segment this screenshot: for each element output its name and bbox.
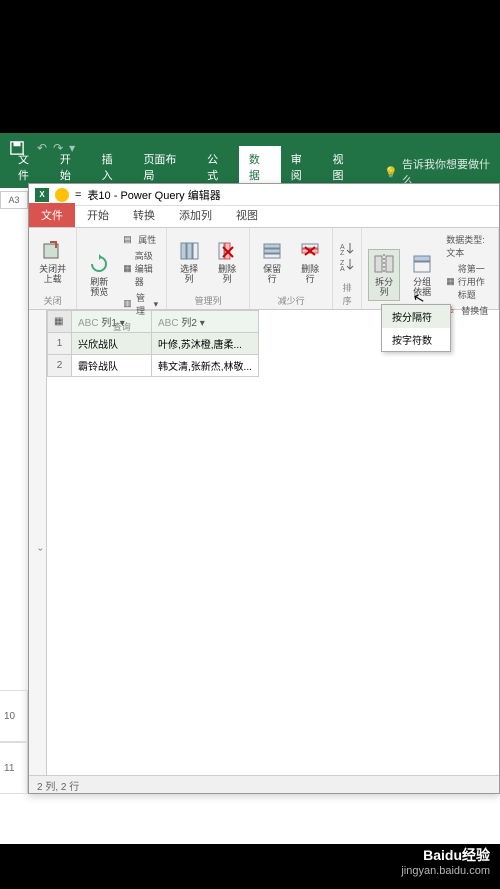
pq-ribbon-tabs: 文件 开始 转换 添加列 视图 bbox=[29, 206, 499, 228]
tab-insert[interactable]: 插入 bbox=[92, 146, 134, 188]
manage-icon: ▥ bbox=[123, 298, 133, 310]
manage-cols-group-label: 管理列 bbox=[173, 294, 243, 307]
manage-button[interactable]: ▥ 管理▾ bbox=[121, 290, 160, 318]
close-load-button[interactable]: 关闭并 上载 bbox=[35, 237, 70, 287]
cell[interactable]: 韩文清,张新杰,林敬... bbox=[152, 355, 259, 377]
split-by-delimiter-item[interactable]: 按分隔符 bbox=[382, 305, 450, 328]
remove-rows-button[interactable]: 删除 行 bbox=[294, 237, 326, 287]
remove-columns-icon bbox=[215, 239, 239, 263]
pq-tab-addcolumn[interactable]: 添加列 bbox=[167, 203, 224, 227]
redo-icon[interactable]: ↷ bbox=[53, 141, 63, 155]
tab-data[interactable]: 数据 bbox=[239, 146, 281, 188]
svg-text:Z: Z bbox=[340, 250, 345, 255]
tab-review[interactable]: 审阅 bbox=[281, 146, 323, 188]
grid-corner[interactable]: ▦ bbox=[48, 311, 72, 333]
keep-rows-button[interactable]: 保留 行 bbox=[256, 237, 288, 287]
sort-asc-icon: AZ bbox=[339, 241, 355, 255]
watermark: Baidu经验 jingyan.baidu.com bbox=[401, 845, 490, 877]
first-row-header-button[interactable]: ▦ 将第一行用作标题 bbox=[444, 261, 492, 302]
split-column-icon bbox=[372, 252, 396, 276]
properties-icon: ▤ bbox=[123, 234, 135, 246]
excel-row-header[interactable]: 10 bbox=[0, 690, 28, 742]
split-by-chars-item[interactable]: 按字符数 bbox=[382, 328, 450, 351]
svg-text:A: A bbox=[340, 266, 345, 271]
remove-rows-icon bbox=[298, 239, 322, 263]
close-group-label: 关闭 bbox=[35, 294, 70, 307]
table-row[interactable]: 1 兴欣战队 叶修,苏沐橙,唐柔... bbox=[48, 333, 259, 355]
table-row[interactable]: 2 霸铃战队 韩文清,张新杰,林敬... bbox=[48, 355, 259, 377]
split-column-button[interactable]: 拆分 列 bbox=[368, 249, 400, 301]
split-column-dropdown: 按分隔符 按字符数 bbox=[381, 304, 451, 352]
sort-asc-button[interactable]: AZ bbox=[339, 241, 355, 255]
excel-icon: X bbox=[35, 188, 49, 202]
close-load-icon bbox=[41, 239, 65, 263]
cell[interactable]: 霸铃战队 bbox=[72, 355, 152, 377]
excel-row-header[interactable]: 11 bbox=[0, 742, 28, 794]
choose-columns-button[interactable]: 选择 列 bbox=[173, 237, 205, 287]
undo-icon[interactable]: ↶ bbox=[37, 141, 47, 155]
remove-columns-button[interactable]: 删除 列 bbox=[211, 237, 243, 287]
data-type-button[interactable]: 数据类型: 文本 bbox=[444, 232, 492, 260]
tab-view[interactable]: 视图 bbox=[323, 146, 365, 188]
editor-icon: ▦ bbox=[123, 263, 132, 275]
pq-tab-home[interactable]: 开始 bbox=[75, 203, 121, 227]
pq-tab-transform[interactable]: 转换 bbox=[121, 203, 167, 227]
refresh-icon bbox=[87, 252, 111, 276]
sort-desc-icon: ZA bbox=[339, 257, 355, 271]
keep-rows-icon bbox=[260, 239, 284, 263]
refresh-button[interactable]: 刷新 预览 bbox=[83, 250, 115, 300]
chevron-right-icon: › bbox=[36, 548, 46, 551]
pq-tab-file[interactable]: 文件 bbox=[29, 203, 75, 227]
cell[interactable]: 兴欣战队 bbox=[72, 333, 152, 355]
query-group-label: 查询 bbox=[83, 320, 160, 333]
header-icon: ▦ bbox=[446, 276, 455, 288]
advanced-editor-button[interactable]: ▦ 高级编辑器 bbox=[121, 248, 160, 289]
choose-columns-icon bbox=[177, 239, 201, 263]
dropdown-icon[interactable]: ▾ bbox=[69, 141, 75, 155]
column-header-2[interactable]: ABC 列2 ▾ bbox=[152, 311, 259, 333]
row-number: 1 bbox=[48, 333, 72, 355]
cell[interactable]: 叶修,苏沐橙,唐柔... bbox=[152, 333, 259, 355]
group-by-icon bbox=[410, 252, 434, 276]
cell-reference[interactable]: A3 bbox=[0, 191, 28, 209]
reduce-rows-group-label: 减少行 bbox=[256, 294, 326, 307]
sort-group-label: 排序 bbox=[339, 281, 355, 307]
replace-values-button[interactable]: ½ 替换值 bbox=[444, 303, 492, 318]
pq-window-title: 表10 - Power Query 编辑器 bbox=[87, 187, 220, 203]
tab-layout[interactable]: 页面布局 bbox=[133, 146, 197, 188]
tab-formulas[interactable]: 公式 bbox=[197, 146, 239, 188]
pq-ribbon: 关闭并 上载 关闭 刷新 预览 ▤ bbox=[29, 228, 499, 310]
sort-desc-button[interactable]: ZA bbox=[339, 257, 355, 271]
pq-title-separator: = bbox=[75, 189, 81, 201]
dropdown-icon[interactable]: ▾ bbox=[200, 318, 205, 329]
row-number: 2 bbox=[48, 355, 72, 377]
smiley-icon bbox=[55, 188, 69, 202]
lightbulb-icon: 💡 bbox=[384, 166, 398, 179]
properties-button[interactable]: ▤ 属性 bbox=[121, 232, 160, 247]
pq-tab-view[interactable]: 视图 bbox=[224, 203, 270, 227]
